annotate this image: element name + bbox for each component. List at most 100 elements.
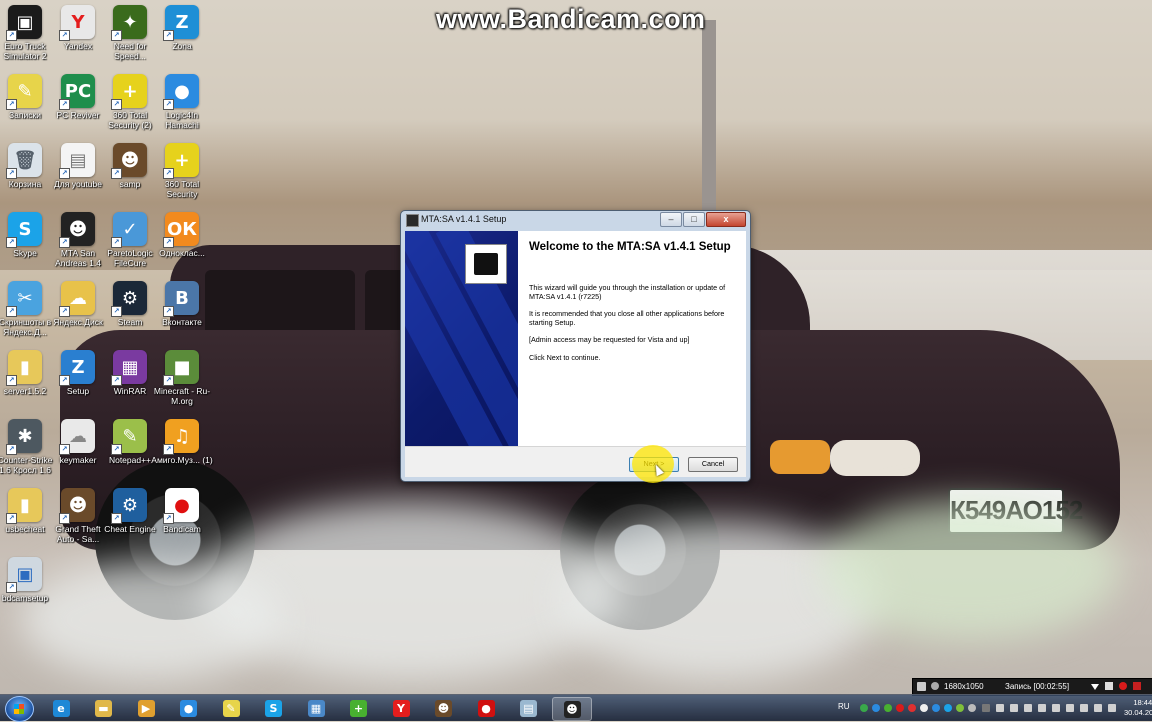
shortcut-arrow-icon: ↗ [163,444,174,455]
tray-app-icon[interactable] [920,704,928,712]
wallpaper-smoke [820,500,1120,640]
shortcut-arrow-icon: ↗ [111,99,122,110]
icon-glyph: ✂ [17,287,33,309]
screenshot-icon: ✂ ↗ [6,281,42,317]
winrar-icon: ▦ ↗ [111,350,147,386]
tray-app-icon[interactable] [1094,704,1102,712]
desktop-shortcut[interactable]: ● ↗ Logic4In Hamachi [150,74,214,130]
system-tray: RU 18:44 30.04.2015 [832,695,1152,721]
cancel-button[interactable]: Cancel [688,457,738,472]
taskbar-app-samp[interactable]: ☻ [425,697,463,719]
ie-icon: e [52,699,70,717]
icon-glyph: ✎ [122,425,138,447]
hamachi-icon: ● [180,699,197,717]
tray-app-icon[interactable] [968,704,976,712]
icon-glyph: S [18,218,32,240]
recording-timer: Запись [00:02:55] [1005,682,1070,691]
camera-icon[interactable] [1105,682,1113,690]
samp-icon: ☻ ↗ [111,143,147,179]
bandicam-watermark: www.Bandicam.com [436,4,706,34]
desktop-shortcut[interactable]: ● ↗ Bandicam [150,488,214,534]
shortcut-arrow-icon: ↗ [6,582,17,593]
shortcut-arrow-icon: ↗ [6,237,17,248]
wallpaper-car-headlight [770,440,830,474]
control-panel-icon: ▦ [307,699,325,717]
desktop-shortcut[interactable]: ♫ ↗ Амиго.Муз... (1) [150,419,214,465]
tray-app-icon[interactable] [1108,704,1116,712]
battery-icon[interactable] [1024,704,1032,712]
shortcut-arrow-icon: ↗ [163,168,174,179]
desktop-shortcut[interactable]: ■ ↗ Minecraft - Ru-M.org [150,350,214,406]
tray-app-icon[interactable] [932,704,940,712]
360-security-icon: + ↗ [111,74,147,110]
dialog-button-bar: Next > Cancel [405,446,746,477]
taskbar-app-media-player[interactable]: ▶ [127,697,165,719]
360-security-icon: + ↗ [163,143,199,179]
language-indicator[interactable]: RU [838,702,850,711]
taskbar-app-mta-setup[interactable]: ☻ [552,697,592,721]
wallpaper-car-headlight [830,440,920,476]
tray-app-icon[interactable] [1052,704,1060,712]
dialog-titlebar[interactable]: MTA:SA v1.4.1 Setup – □ x [401,211,750,229]
record-icon[interactable] [1119,682,1127,690]
taskbar-app-control-panel[interactable]: ▦ [297,697,335,719]
mta-app-icon [406,214,419,227]
taskbar-app-360-security[interactable]: + [340,697,378,719]
icon-glyph: ☻ [68,494,88,516]
tray-app-icon[interactable] [944,704,952,712]
taskbar-app-yandex[interactable]: Y [382,697,420,719]
taskbar-clock[interactable]: 18:44 30.04.2015 [1124,698,1152,718]
shortcut-arrow-icon: ↗ [163,375,174,386]
zoom-icon[interactable] [931,682,939,690]
tray-app-icon[interactable] [908,704,916,712]
keymaker-icon: ☁ ↗ [59,419,95,455]
minimize-button[interactable]: – [660,212,682,227]
dropdown-icon[interactable] [1091,684,1099,690]
desktop-shortcut[interactable]: + ↗ 360 Total Security [150,143,214,199]
icon-glyph: ▤ [69,149,87,171]
tray-app-icon[interactable] [1066,704,1074,712]
desktop-shortcut[interactable]: В ↗ Вконтакте [150,281,214,327]
setup-dialog: MTA:SA v1.4.1 Setup – □ x Welcome to the… [400,210,751,482]
action-center-icon[interactable] [996,704,1004,712]
shortcut-arrow-icon: ↗ [163,237,174,248]
close-icon[interactable] [1133,682,1141,690]
desktop-shortcut-label: Bandicam [163,524,201,534]
taskbar-app-file[interactable]: ▤ [510,697,548,719]
tray-app-icon[interactable] [1080,704,1088,712]
desktop-shortcut[interactable]: Z ↗ Zona [150,5,214,51]
taskbar-app-hamachi[interactable]: ● [170,697,208,719]
close-button[interactable]: x [706,212,746,227]
shortcut-arrow-icon: ↗ [6,306,17,317]
shortcut-arrow-icon: ↗ [163,513,174,524]
taskbar-app-bandicam[interactable]: ● [467,697,505,719]
start-button[interactable] [5,696,34,722]
taskbar-app-ie[interactable]: e [42,697,80,719]
shortcut-arrow-icon: ↗ [6,168,17,179]
gta-icon: ☻ ↗ [59,488,95,524]
network-icon[interactable] [1010,704,1018,712]
clock-date: 30.04.2015 [1124,708,1152,717]
maximize-button[interactable]: □ [683,212,705,227]
desktop-shortcut[interactable]: ОК ↗ Одноклас... [150,212,214,258]
volume-icon[interactable] [1038,704,1046,712]
shortcut-arrow-icon: ↗ [59,99,70,110]
taskbar-app-explorer[interactable]: ▬ [85,697,123,719]
taskbar-app-notes[interactable]: ✎ [212,697,250,719]
shortcut-arrow-icon: ↗ [111,237,122,248]
desktop-shortcut[interactable]: ▣ ↗ bdcamsetup [0,557,57,603]
icon-glyph: ✓ [122,218,138,240]
taskbar-app-skype[interactable]: S [255,697,293,719]
icon-glyph: ▮ [20,356,30,378]
notepad-plus-icon: ✎ ↗ [111,419,147,455]
shortcut-arrow-icon: ↗ [111,513,122,524]
recycle-bin-icon: 🗑 ↗ [6,143,42,179]
tray-app-icon[interactable] [872,704,880,712]
tray-app-icon[interactable] [896,704,904,712]
show-hidden-icons-icon[interactable] [982,704,990,712]
tray-app-icon[interactable] [884,704,892,712]
tray-app-icon[interactable] [956,704,964,712]
explorer-icon: ▬ [95,699,112,717]
tray-app-icon[interactable] [860,704,868,712]
desktop-shortcut-label: Амиго.Муз... (1) [151,455,213,465]
